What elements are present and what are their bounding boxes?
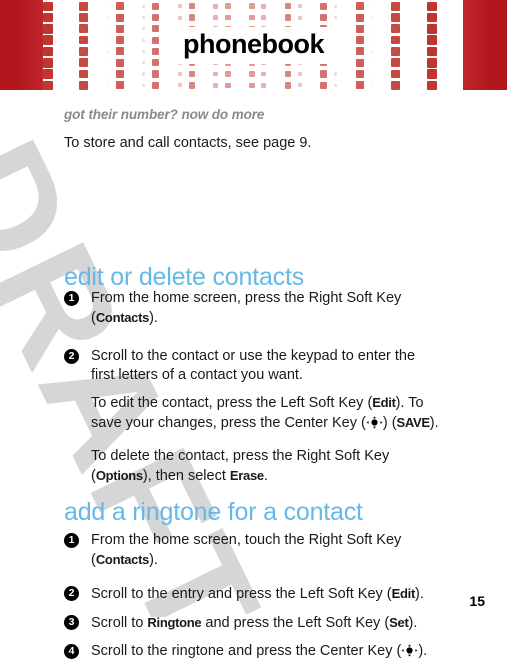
numbered-step: 1 From the home screen, press the Right S… [64, 289, 442, 328]
ui-key-label: Contacts [95, 310, 150, 325]
step-number-badge: 1 [64, 291, 79, 306]
numbered-step: 2 Scroll to the contact or use the keypad… [64, 347, 442, 385]
ui-key-label: SAVE [396, 415, 431, 430]
step-detail-paragraph: To delete the contact, press the Right S… [91, 448, 390, 484]
page-title: phonebook [0, 0, 507, 90]
ui-key-label: Edit [391, 586, 416, 601]
page-header: phonebook [0, 0, 507, 90]
center-key-icon [401, 644, 418, 657]
step-number-badge: 2 [64, 349, 79, 364]
step-number-badge: 2 [64, 586, 79, 601]
step-text: Scroll to Ringtone and press the Left So… [91, 615, 418, 631]
step-text: Scroll to the entry and press the Left S… [91, 586, 424, 602]
ui-key-label: Ringtone [147, 615, 202, 630]
numbered-step: 4 Scroll to the ringtone and press the Ce… [64, 642, 442, 661]
step-text: Scroll to the contact or use the keypad … [91, 348, 416, 383]
step-number-badge: 4 [64, 644, 79, 659]
step-number-badge: 1 [64, 533, 79, 548]
section-kicker: got their number? now do more [64, 107, 265, 122]
ui-key-label: Contacts [95, 552, 150, 567]
center-key-icon [366, 416, 383, 429]
step-text: From the home screen, touch the Right So… [91, 532, 402, 568]
step-detail-paragraph: To edit the contact, press the Left Soft… [91, 395, 439, 431]
page-number: 15 [469, 593, 485, 609]
intro-text: To store and call contacts, see page 9. [64, 135, 312, 151]
ui-key-label: Set [389, 615, 409, 630]
step-text: Scroll to the ringtone and press the Cen… [91, 643, 428, 659]
step-text: From the home screen, press the Right So… [91, 290, 402, 326]
ui-key-label: Edit [372, 395, 396, 410]
page-title-text: phonebook [169, 26, 338, 64]
numbered-step: 1 From the home screen, touch the Right S… [64, 531, 442, 570]
numbered-step: 3 Scroll to Ringtone and press the Left S… [64, 613, 442, 633]
section-heading: edit or delete contacts [64, 263, 304, 291]
ui-key-label: Options [95, 468, 143, 483]
numbered-step: 2 Scroll to the entry and press the Left … [64, 584, 442, 604]
step-number-badge: 3 [64, 615, 79, 630]
ui-key-label: Erase [229, 468, 264, 483]
section-heading: add a ringtone for a contact [64, 498, 363, 526]
